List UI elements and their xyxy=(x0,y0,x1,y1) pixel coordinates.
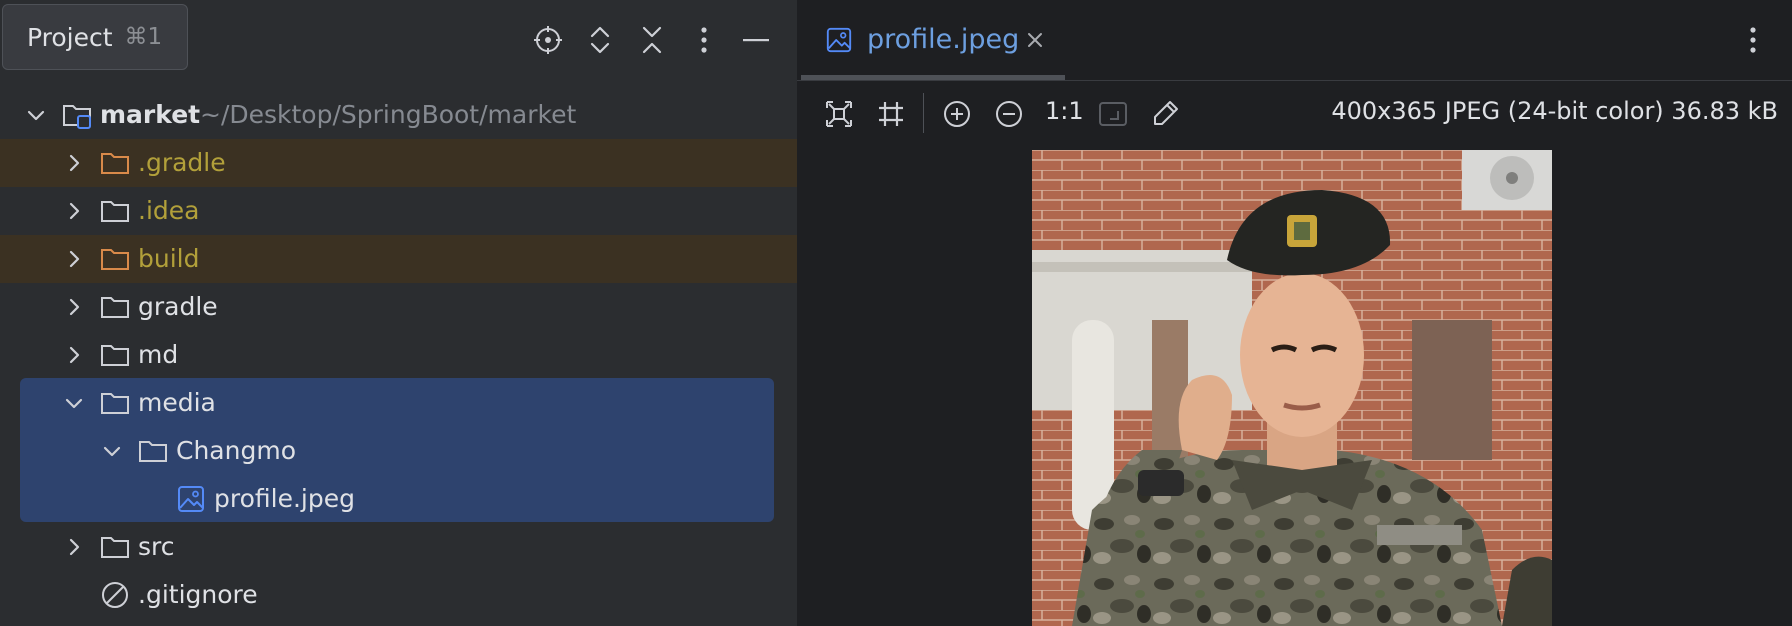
minimize-icon[interactable] xyxy=(736,20,776,60)
tree-label: build xyxy=(138,244,200,273)
expand-all-icon[interactable] xyxy=(580,20,620,60)
folder-icon xyxy=(101,537,129,558)
tree-label: md xyxy=(138,340,179,369)
image-info: 400x365 JPEG (24-bit color) 36.83 kB xyxy=(1331,97,1778,125)
chevron-down-icon[interactable] xyxy=(100,439,124,463)
tree-item-media[interactable]: media xyxy=(0,379,797,427)
image-editor: profile.jpeg 1:1 400x365 JPEG (24-bit co… xyxy=(797,0,1792,626)
chevron-right-icon[interactable] xyxy=(62,199,86,223)
zoom-out-icon[interactable] xyxy=(991,96,1027,132)
tree-item-changmo[interactable]: Changmo xyxy=(0,427,797,475)
image-preview[interactable] xyxy=(1032,150,1552,626)
root-path: ~/Desktop/SpringBoot/market xyxy=(200,100,577,129)
tree-item-idea[interactable]: .idea xyxy=(0,187,797,235)
tree-item-gradle[interactable]: gradle xyxy=(0,283,797,331)
tree-item-gradle-dir[interactable]: .gradle xyxy=(0,139,797,187)
tree-label: .gitignore xyxy=(138,580,258,609)
zoom-in-icon[interactable] xyxy=(939,96,975,132)
grid-icon[interactable] xyxy=(873,96,909,132)
project-title: Project xyxy=(27,22,113,52)
tree-label: market xyxy=(100,100,201,129)
image-toolbar: 1:1 400x365 JPEG (24-bit color) 36.83 kB xyxy=(797,81,1792,147)
tab-active-indicator xyxy=(801,75,1065,80)
tree-label: Changmo xyxy=(176,436,296,465)
excluded-folder-icon xyxy=(101,249,129,270)
tree-item-profile-jpeg[interactable]: profile.jpeg xyxy=(0,475,797,523)
color-picker-icon[interactable] xyxy=(1147,96,1183,132)
tree-label: profile.jpeg xyxy=(214,484,355,513)
actual-size-icon[interactable] xyxy=(1095,96,1131,132)
locate-icon[interactable] xyxy=(528,20,568,60)
tree-item-build[interactable]: build xyxy=(0,235,797,283)
chevron-right-icon[interactable] xyxy=(62,151,86,175)
tree-item-src[interactable]: src xyxy=(0,523,797,571)
folder-icon xyxy=(101,297,129,318)
project-view-selector[interactable]: Project ⌘1 xyxy=(2,4,188,70)
folder-icon xyxy=(101,201,129,222)
close-icon[interactable] xyxy=(1025,30,1045,50)
tab-profile-jpeg[interactable]: profile.jpeg xyxy=(797,0,1067,80)
chevron-right-icon[interactable] xyxy=(62,247,86,271)
image-file-icon xyxy=(826,27,852,53)
folder-icon xyxy=(101,393,129,414)
project-shortcut: ⌘1 xyxy=(124,24,163,50)
editor-tab-bar: profile.jpeg xyxy=(797,0,1792,81)
tree-label: .gradle xyxy=(138,148,226,177)
module-folder-icon xyxy=(63,105,91,129)
chevron-down-icon[interactable] xyxy=(62,391,86,415)
more-options-icon[interactable] xyxy=(684,20,724,60)
tree-item-md[interactable]: md xyxy=(0,331,797,379)
toolbar-separator xyxy=(923,93,924,133)
chevron-right-icon[interactable] xyxy=(62,343,86,367)
tree-label: src xyxy=(138,532,175,561)
folder-icon xyxy=(139,441,167,462)
tree-label: .idea xyxy=(138,196,200,225)
tab-label: profile.jpeg xyxy=(867,24,1020,55)
ignore-file-icon xyxy=(102,582,128,608)
tree-root-market[interactable]: market ~/Desktop/SpringBoot/market xyxy=(0,91,797,139)
tree-item-gitignore[interactable]: .gitignore xyxy=(0,571,797,619)
collapse-all-icon[interactable] xyxy=(632,20,672,60)
chevron-right-icon[interactable] xyxy=(62,535,86,559)
actual-size-button[interactable]: 1:1 xyxy=(1045,97,1084,125)
image-file-icon xyxy=(178,486,204,512)
chevron-right-icon[interactable] xyxy=(62,295,86,319)
tree-label: gradle xyxy=(138,292,218,321)
folder-icon xyxy=(101,345,129,366)
project-tool-window: Project ⌘1 market ~/Desktop/SpringBoot/m… xyxy=(0,0,797,626)
profile-photo xyxy=(1032,150,1552,626)
fit-to-window-icon[interactable] xyxy=(821,96,857,132)
tree-label: media xyxy=(138,388,216,417)
more-options-icon[interactable] xyxy=(1735,22,1771,58)
chevron-down-icon[interactable] xyxy=(24,103,48,127)
excluded-folder-icon xyxy=(101,153,129,174)
